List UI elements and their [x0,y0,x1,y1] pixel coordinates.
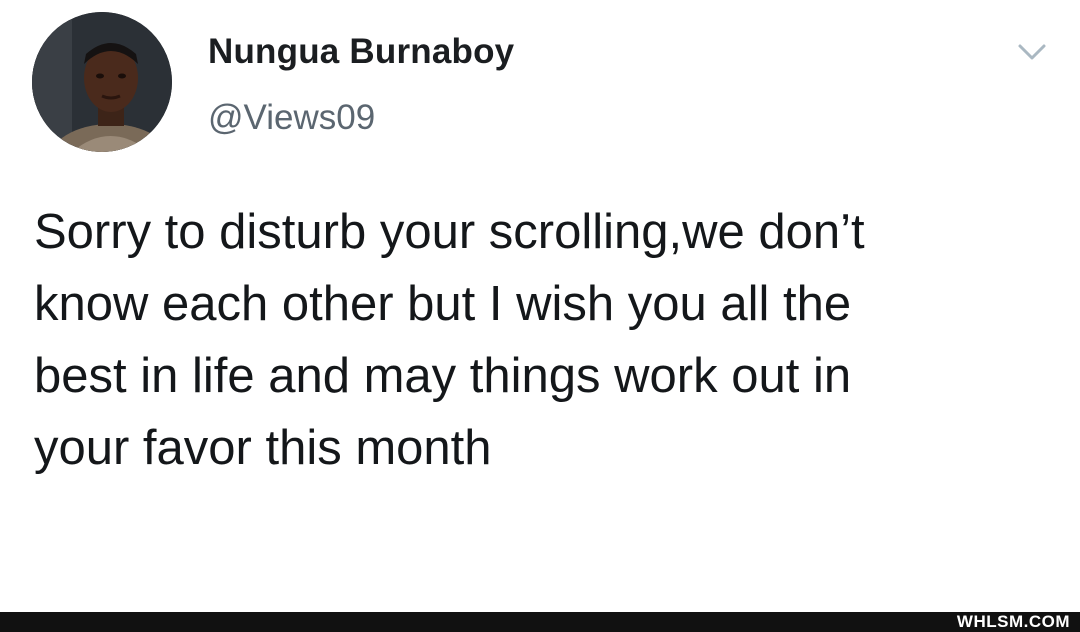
display-name[interactable]: Nungua Burnaboy [208,32,514,72]
tweet-card: Nungua Burnaboy @Views09 Sorry to distur… [0,0,1080,612]
avatar[interactable] [32,12,172,152]
chevron-down-icon[interactable] [1014,38,1050,66]
tweet-text: Sorry to disturb your scrolling,we don’t… [34,205,865,475]
watermark: WHLSM.COM [956,612,1070,631]
avatar-photo [32,12,172,152]
user-handle[interactable]: @Views09 [208,98,375,138]
footer-bar: WHLSM.COM [0,612,1080,632]
